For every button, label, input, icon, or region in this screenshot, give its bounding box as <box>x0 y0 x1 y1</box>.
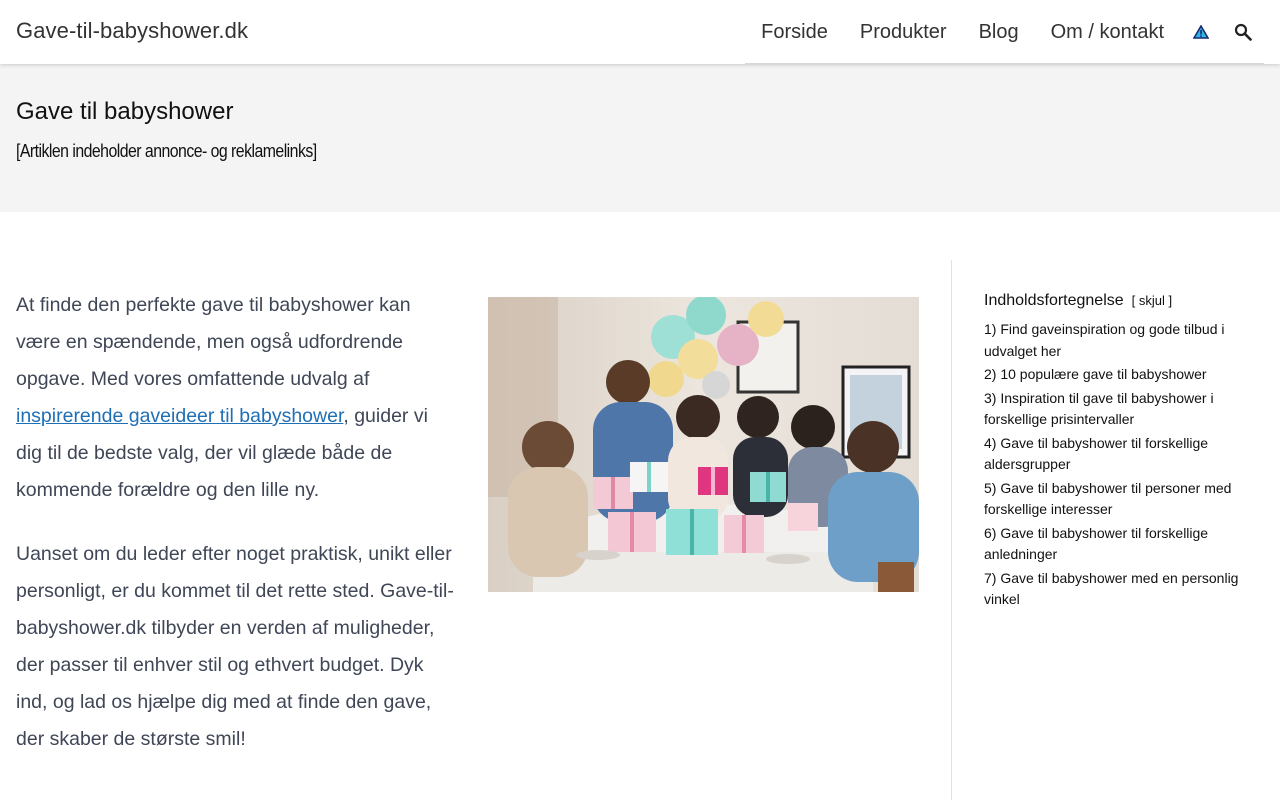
toc-toggle: [ skjul ] <box>1132 293 1173 308</box>
toc-link-3[interactable]: 3) Inspiration til gave til babyshower i… <box>984 390 1214 428</box>
site-header: Gave-til-babyshower.dk Forside Produkter… <box>0 0 1280 64</box>
hero-illustration <box>488 297 919 592</box>
article-paragraph-1-start: At finde den perfekte gave til babyshowe… <box>16 294 411 390</box>
warning-button[interactable] <box>1180 0 1222 64</box>
warning-triangle-icon <box>1193 24 1209 39</box>
toc-link-4[interactable]: 4) Gave til babyshower til forskellige a… <box>984 435 1208 473</box>
toc-list: 1) Find gaveinspiration og gode tilbud i… <box>984 319 1254 611</box>
article-body: At finde den perfekte gave til babyshowe… <box>16 287 456 785</box>
toc-item: 5) Gave til babyshower til personer med … <box>984 478 1254 521</box>
toc-link-1[interactable]: 1) Find gaveinspiration og gode tilbud i… <box>984 321 1225 359</box>
toc-header: Indholdsfortegnelse [ skjul ] <box>984 292 1254 310</box>
ad-disclaimer: [Artiklen indeholder annonce- og reklame… <box>16 141 317 161</box>
toc-item: 4) Gave til babyshower til forskellige a… <box>984 433 1254 476</box>
page-header-band: Gave til babyshower [Artiklen indeholder… <box>0 64 1280 212</box>
toc-item: 7) Gave til babyshower med en personlig … <box>984 568 1254 611</box>
toc-item: 1) Find gaveinspiration og gode tilbud i… <box>984 319 1254 362</box>
gift-ideas-link[interactable]: inspirerende gaveideer til babyshower <box>16 405 343 427</box>
toc-item: 3) Inspiration til gave til babyshower i… <box>984 388 1254 431</box>
toc-link-5[interactable]: 5) Gave til babyshower til personer med … <box>984 480 1231 518</box>
table-of-contents: Indholdsfortegnelse [ skjul ] 1) Find ga… <box>984 292 1254 613</box>
toc-link-6[interactable]: 6) Gave til babyshower til forskellige a… <box>984 525 1208 563</box>
toc-toggle-bracket-close: ] <box>1168 293 1173 308</box>
article-paragraph-1: At finde den perfekte gave til babyshowe… <box>16 287 456 509</box>
toc-item: 2) 10 populære gave til babyshower <box>984 364 1254 386</box>
toc-toggle-bracket-open: [ <box>1131 293 1136 308</box>
article-paragraph-2: Uanset om du leder efter noget praktisk,… <box>16 543 454 750</box>
search-icon <box>1234 23 1252 41</box>
hero-image-babyshower-party <box>488 297 919 592</box>
toc-hide-button[interactable]: skjul <box>1139 293 1165 308</box>
nav-item-blog[interactable]: Blog <box>963 0 1035 64</box>
toc-link-7[interactable]: 7) Gave til babyshower med en personlig … <box>984 570 1238 608</box>
toc-link-2[interactable]: 2) 10 populære gave til babyshower <box>984 366 1207 382</box>
nav-item-produkter[interactable]: Produkter <box>844 0 963 64</box>
search-button[interactable] <box>1222 0 1264 64</box>
nav-item-forside[interactable]: Forside <box>745 0 844 64</box>
main-nav: Forside Produkter Blog Om / kontakt <box>745 0 1264 64</box>
toc-item: 6) Gave til babyshower til forskellige a… <box>984 523 1254 566</box>
nav-item-om-kontakt[interactable]: Om / kontakt <box>1035 0 1180 64</box>
toc-title: Indholdsfortegnelse <box>984 292 1124 309</box>
site-title-link[interactable]: Gave-til-babyshower.dk <box>16 18 248 44</box>
page-title: Gave til babyshower <box>16 98 234 125</box>
sidebar-divider <box>951 260 952 800</box>
